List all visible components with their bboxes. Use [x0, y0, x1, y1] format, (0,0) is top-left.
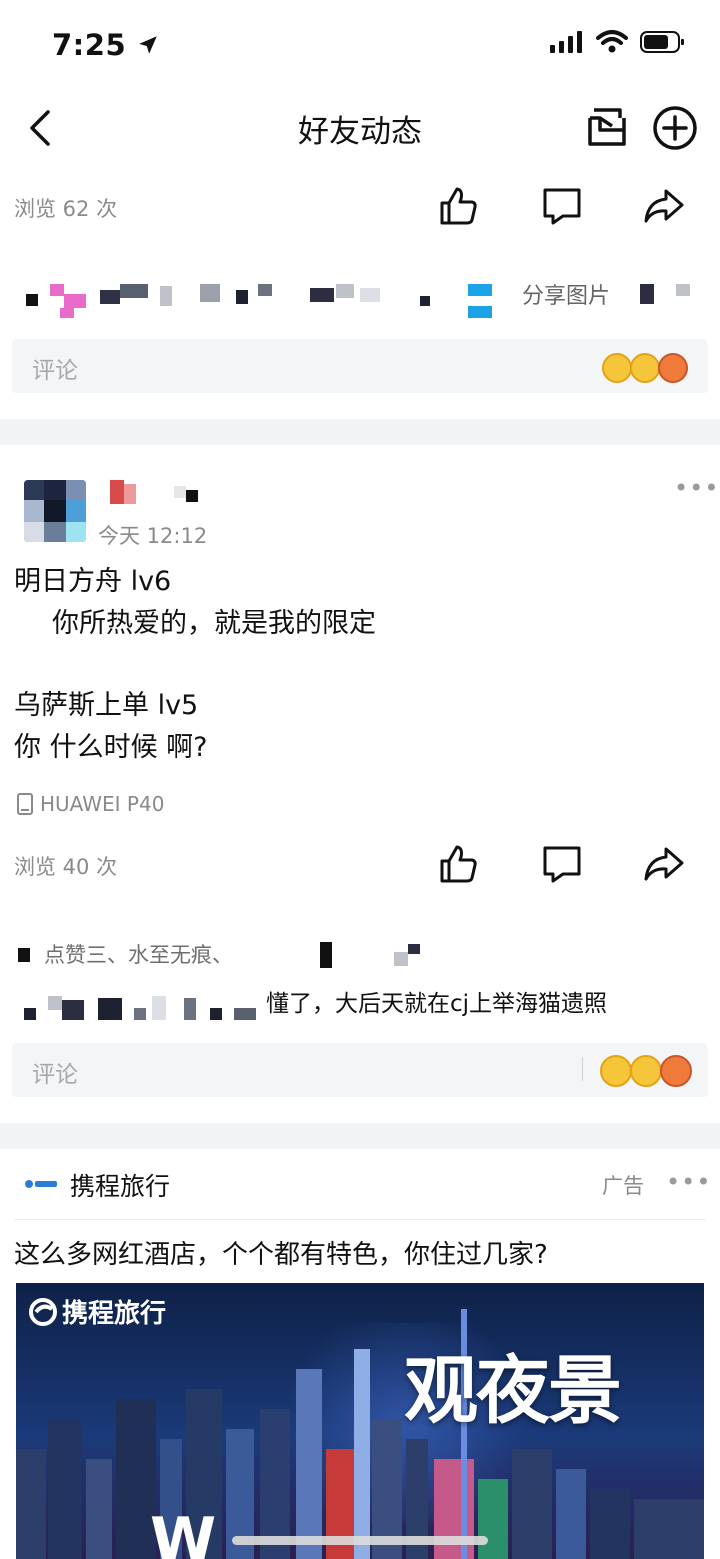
ad-brand-name[interactable]: 携程旅行 — [70, 1167, 170, 1203]
view-count: 浏览 62 次 — [14, 197, 118, 221]
ctrip-logo-icon — [25, 1180, 57, 1188]
comment-row[interactable]: 分享图片 — [0, 276, 720, 326]
message-button[interactable] — [582, 104, 630, 156]
brand-logo[interactable] — [24, 1176, 58, 1190]
comment-icon — [543, 846, 581, 883]
ad-image-partial-text: W — [150, 1505, 217, 1559]
thumbs-up-icon — [440, 845, 477, 883]
comment-row[interactable]: 懂了，大后天就在cj上举海猫遗照 — [0, 986, 720, 1026]
post-line-3: 乌萨斯上单 lv5 — [14, 690, 199, 721]
comment-button[interactable] — [538, 840, 586, 888]
comment-button[interactable] — [538, 182, 586, 230]
post-line-2: 你所热爱的，就是我的限定 — [52, 608, 376, 639]
like-button[interactable] — [434, 840, 482, 888]
status-icons — [550, 30, 686, 54]
share-arrow-icon — [644, 847, 684, 881]
grin-emoji-icon[interactable] — [600, 1055, 632, 1087]
grin-emoji-icon[interactable] — [602, 353, 632, 383]
ctrip-dolphin-icon — [29, 1297, 57, 1326]
post-line-1: 明日方舟 lv6 — [14, 566, 172, 597]
plus-circle-icon — [653, 106, 697, 150]
ad-headline[interactable]: 这么多网红酒店，个个都有特色，你住过几家? — [14, 1234, 548, 1271]
comment-icon — [543, 188, 581, 225]
section-divider — [0, 1123, 720, 1149]
post-time: 今天 12:12 — [98, 524, 208, 548]
section-divider — [0, 419, 720, 445]
like-button[interactable] — [434, 182, 482, 230]
add-button[interactable] — [652, 105, 698, 155]
phone-icon — [17, 793, 33, 815]
comment-text: 点赞三、水至无痕、 — [44, 943, 233, 967]
home-indicator[interactable] — [232, 1536, 488, 1545]
ad-image-logo: 携程旅行 — [28, 1293, 166, 1330]
comment-text: 懂了，大后天就在cj上举海猫遗照 — [266, 991, 608, 1017]
wifi-icon — [596, 30, 628, 53]
avatar[interactable] — [24, 480, 86, 542]
divider — [14, 1219, 706, 1220]
divider — [582, 1057, 583, 1081]
comment-input[interactable]: 评论 — [12, 339, 708, 393]
mailbox-icon — [588, 108, 626, 146]
more-options-icon[interactable]: ••• — [666, 1168, 711, 1196]
location-arrow-icon — [138, 36, 157, 54]
comment-text: 分享图片 — [522, 284, 611, 309]
gift-emoji-icon[interactable] — [658, 353, 688, 383]
share-arrow-icon — [644, 189, 684, 223]
thumbs-up-icon — [440, 187, 477, 225]
battery-icon — [640, 31, 684, 53]
share-button[interactable] — [640, 182, 688, 230]
gift-emoji-icon[interactable] — [660, 1055, 692, 1087]
username[interactable] — [108, 480, 208, 506]
laugh-cry-emoji-icon[interactable] — [630, 1055, 662, 1087]
view-count: 浏览 40 次 — [14, 855, 118, 879]
ad-image[interactable]: 携程旅行 观夜景 W — [16, 1283, 704, 1559]
comment-row[interactable]: 点赞三、水至无痕、 — [0, 938, 720, 978]
comment-input[interactable]: 评论 — [12, 1043, 708, 1097]
status-time: 7:25 — [52, 28, 159, 62]
ad-tag: 广告 — [602, 1174, 644, 1198]
post-line-4: 你 什么时候 啊? — [14, 732, 208, 763]
device-label: HUAWEI P40 — [16, 792, 164, 816]
signal-icon — [550, 31, 582, 53]
laugh-cry-emoji-icon[interactable] — [630, 353, 660, 383]
more-options-icon[interactable]: ••• — [674, 474, 719, 502]
ad-image-slogan: 观夜景 — [404, 1348, 622, 1434]
share-button[interactable] — [640, 840, 688, 888]
